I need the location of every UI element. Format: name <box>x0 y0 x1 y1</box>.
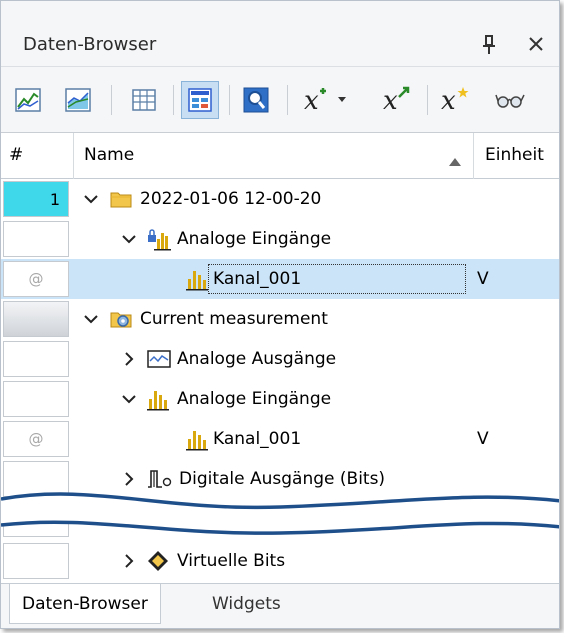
analog-input-lock-icon <box>146 227 171 251</box>
toolbar-separator <box>111 85 112 115</box>
toolbar: x x x <box>1 67 559 133</box>
chevron-right-icon[interactable] <box>119 349 139 369</box>
row-number-cell[interactable] <box>3 221 69 257</box>
analog-output-icon <box>146 347 171 371</box>
chevron-right-icon[interactable] <box>119 551 139 571</box>
row-number-cell[interactable] <box>3 543 69 579</box>
chevron-down-icon[interactable] <box>81 189 101 209</box>
glasses-icon[interactable] <box>491 81 529 119</box>
tree-row-label: 2022-01-06 12-00-20 <box>140 189 322 209</box>
folder-gear-icon <box>109 307 133 331</box>
tab-daten-browser[interactable]: Daten-Browser <box>9 584 161 624</box>
tree-row-label: Virtuelle Bits <box>177 551 286 571</box>
column-name-header[interactable]: Name <box>84 145 134 165</box>
tree-row-channel[interactable]: @ Kanal_001 V <box>1 259 559 299</box>
sort-ascending-icon <box>448 152 462 172</box>
bottom-tab-bar: Daten-Browser Widgets <box>1 583 559 628</box>
folder-icon <box>109 187 133 211</box>
tree-row-group[interactable]: Analoge Ausgänge <box>1 339 559 379</box>
title-bar: Daten-Browser <box>1 1 559 67</box>
unit-value: V <box>477 269 489 289</box>
table-grid-icon[interactable] <box>125 81 163 119</box>
channel-panel-icon[interactable] <box>181 81 219 119</box>
row-number-cell[interactable]: @ <box>3 421 69 457</box>
tree-row-label: Analoge Eingänge <box>177 389 332 409</box>
tree-row-label: Analoge Ausgänge <box>177 349 337 369</box>
svg-text:x: x <box>441 86 456 115</box>
toolbar-separator <box>427 85 428 115</box>
search-zoom-icon[interactable] <box>237 81 275 119</box>
row-number-cell[interactable]: @ <box>3 261 69 297</box>
tree-row-label: Analoge Eingänge <box>177 229 332 249</box>
row-number-cell[interactable] <box>3 341 69 377</box>
chevron-down-icon[interactable] <box>119 389 139 409</box>
tree-row-label: Kanal_001 <box>213 269 302 289</box>
tree-row-channel[interactable]: @ Kanal_001 V <box>1 419 559 459</box>
toolbar-separator <box>173 85 174 115</box>
column-divider[interactable] <box>473 133 474 179</box>
column-unit-header[interactable]: Einheit <box>485 145 544 165</box>
column-number-header[interactable]: # <box>9 145 23 165</box>
omission-wave-break <box>1 492 559 535</box>
formula-x-star-icon[interactable]: x <box>437 81 475 119</box>
channel-bars-icon <box>185 427 209 451</box>
tree-row-measurement[interactable]: 1 2022-01-06 12-00-20 <box>1 179 559 219</box>
window-title: Daten-Browser <box>23 34 157 55</box>
virtual-bits-icon <box>146 549 170 573</box>
column-header: # Name Einheit <box>1 133 559 179</box>
channel-bars-icon <box>185 267 209 291</box>
tree-row-group[interactable]: Analoge Eingänge <box>1 379 559 419</box>
row-number-cell[interactable] <box>3 301 69 337</box>
toolbar-separator <box>229 85 230 115</box>
tree-row-label: Current measurement <box>140 309 328 329</box>
tree-row-group[interactable]: Analoge Eingänge <box>1 219 559 259</box>
svg-text:x: x <box>383 86 398 115</box>
data-browser-window: Daten-Browser x x x # Name Einheit 1 202… <box>0 0 560 629</box>
chevron-down-icon[interactable] <box>81 309 101 329</box>
tree-row-measurement[interactable]: Current measurement <box>1 299 559 339</box>
analog-input-icon <box>146 387 170 411</box>
area-chart-icon[interactable] <box>59 81 97 119</box>
row-number-cell[interactable] <box>3 381 69 417</box>
formula-x-arrow-icon[interactable]: x <box>379 81 417 119</box>
tree-row-label: Digitale Ausgänge (Bits) <box>179 469 386 489</box>
formula-x-add-icon[interactable]: x <box>301 81 353 119</box>
chevron-right-icon[interactable] <box>119 469 139 489</box>
tree-row-label: Kanal_001 <box>213 429 302 449</box>
svg-text:x: x <box>304 86 319 115</box>
tab-widgets[interactable]: Widgets <box>200 584 293 624</box>
chevron-down-icon[interactable] <box>119 229 139 249</box>
pin-icon[interactable] <box>479 34 499 56</box>
tree-row-group[interactable]: Virtuelle Bits <box>1 541 559 581</box>
row-number-cell[interactable]: 1 <box>3 181 69 217</box>
toolbar-separator <box>287 85 288 115</box>
column-divider[interactable] <box>73 133 74 179</box>
line-chart-icon[interactable] <box>9 81 47 119</box>
unit-value: V <box>477 429 489 449</box>
close-icon[interactable] <box>524 32 548 56</box>
